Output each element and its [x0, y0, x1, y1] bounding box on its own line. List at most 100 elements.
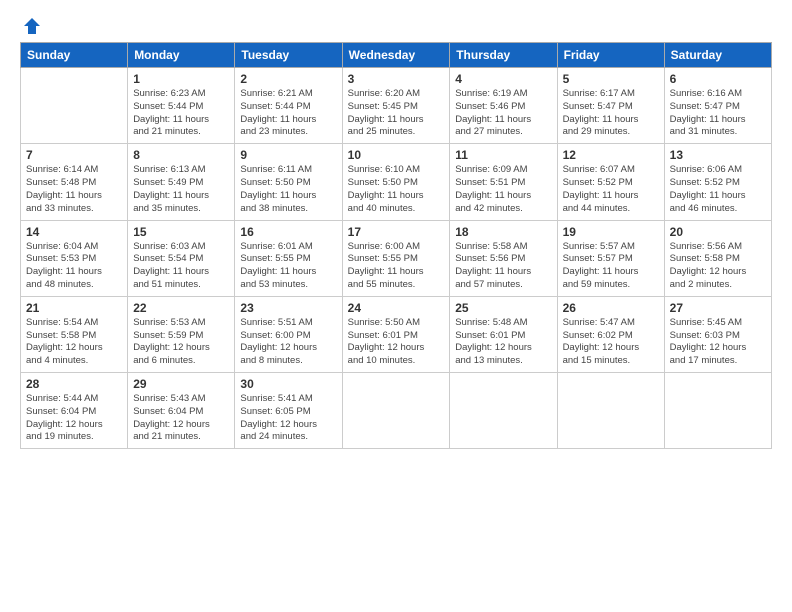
weekday-header: Sunday — [21, 43, 128, 68]
calendar-header-row: SundayMondayTuesdayWednesdayThursdayFrid… — [21, 43, 772, 68]
calendar-cell: 11 Sunrise: 6:09 AMSunset: 5:51 PMDayligh… — [450, 144, 557, 220]
day-number: 5 — [563, 72, 659, 86]
calendar-cell — [664, 373, 771, 449]
calendar-cell: 6 Sunrise: 6:16 AMSunset: 5:47 PMDaylight… — [664, 68, 771, 144]
day-info: Sunrise: 6:20 AMSunset: 5:45 PMDaylight:… — [348, 88, 445, 139]
calendar-cell — [342, 373, 450, 449]
day-number: 28 — [26, 377, 122, 391]
calendar-cell: 12Sunrise: 6:07 AMSunset: 5:52 PMDayligh… — [557, 144, 664, 220]
calendar-cell: 16 Sunrise: 6:01 AMSunset: 5:55 PMDayligh… — [235, 220, 342, 296]
calendar-cell: 2Sunrise: 6:21 AMSunset: 5:44 PMDaylight… — [235, 68, 342, 144]
day-info: Sunrise: 5:47 AMSunset: 6:02 PMDaylight:… — [563, 317, 659, 368]
calendar-cell: 14Sunrise: 6:04 AMSunset: 5:53 PMDayligh… — [21, 220, 128, 296]
calendar-cell: 24 Sunrise: 5:50 AMSunset: 6:01 PMDayligh… — [342, 296, 450, 372]
day-info: Sunrise: 5:57 AMSunset: 5:57 PMDaylight:… — [563, 241, 659, 292]
day-info: Sunrise: 6:19 AMSunset: 5:46 PMDaylight:… — [455, 88, 551, 139]
calendar-cell: 8 Sunrise: 6:13 AMSunset: 5:49 PMDaylight… — [128, 144, 235, 220]
calendar-cell — [450, 373, 557, 449]
day-info: Sunrise: 6:00 AMSunset: 5:55 PMDaylight:… — [348, 241, 445, 292]
day-info: Sunrise: 5:44 AMSunset: 6:04 PMDaylight:… — [26, 393, 122, 444]
day-number: 20 — [670, 225, 766, 239]
day-info: Sunrise: 5:58 AMSunset: 5:56 PMDaylight:… — [455, 241, 551, 292]
calendar-cell: 23 Sunrise: 5:51 AMSunset: 6:00 PMDayligh… — [235, 296, 342, 372]
calendar-cell: 15Sunrise: 6:03 AMSunset: 5:54 PMDayligh… — [128, 220, 235, 296]
calendar-week-row: 28 Sunrise: 5:44 AMSunset: 6:04 PMDayligh… — [21, 373, 772, 449]
day-info: Sunrise: 5:53 AMSunset: 5:59 PMDaylight:… — [133, 317, 229, 368]
calendar-cell: 18Sunrise: 5:58 AMSunset: 5:56 PMDayligh… — [450, 220, 557, 296]
calendar-week-row: 1 Sunrise: 6:23 AMSunset: 5:44 PMDaylight… — [21, 68, 772, 144]
day-number: 21 — [26, 301, 122, 315]
day-number: 25 — [455, 301, 551, 315]
day-info: Sunrise: 5:51 AMSunset: 6:00 PMDaylight:… — [240, 317, 336, 368]
calendar-week-row: 7 Sunrise: 6:14 AMSunset: 5:48 PMDaylight… — [21, 144, 772, 220]
day-info: Sunrise: 6:04 AMSunset: 5:53 PMDaylight:… — [26, 241, 122, 292]
calendar-cell: 17 Sunrise: 6:00 AMSunset: 5:55 PMDayligh… — [342, 220, 450, 296]
day-number: 8 — [133, 148, 229, 162]
calendar-cell: 5 Sunrise: 6:17 AMSunset: 5:47 PMDaylight… — [557, 68, 664, 144]
day-number: 3 — [348, 72, 445, 86]
logo — [20, 16, 42, 36]
day-info: Sunrise: 5:48 AMSunset: 6:01 PMDaylight:… — [455, 317, 551, 368]
weekday-header: Tuesday — [235, 43, 342, 68]
day-number: 16 — [240, 225, 336, 239]
day-number: 4 — [455, 72, 551, 86]
calendar-week-row: 21 Sunrise: 5:54 AMSunset: 5:58 PMDayligh… — [21, 296, 772, 372]
day-info: Sunrise: 5:43 AMSunset: 6:04 PMDaylight:… — [133, 393, 229, 444]
calendar-cell: 19 Sunrise: 5:57 AMSunset: 5:57 PMDayligh… — [557, 220, 664, 296]
weekday-header: Wednesday — [342, 43, 450, 68]
page-header — [20, 16, 772, 36]
calendar-cell: 7 Sunrise: 6:14 AMSunset: 5:48 PMDaylight… — [21, 144, 128, 220]
day-info: Sunrise: 6:06 AMSunset: 5:52 PMDaylight:… — [670, 164, 766, 215]
day-number: 27 — [670, 301, 766, 315]
day-info: Sunrise: 6:09 AMSunset: 5:51 PMDaylight:… — [455, 164, 551, 215]
day-info: Sunrise: 6:17 AMSunset: 5:47 PMDaylight:… — [563, 88, 659, 139]
calendar-cell: 1 Sunrise: 6:23 AMSunset: 5:44 PMDaylight… — [128, 68, 235, 144]
day-number: 24 — [348, 301, 445, 315]
calendar-table: SundayMondayTuesdayWednesdayThursdayFrid… — [20, 42, 772, 449]
day-number: 2 — [240, 72, 336, 86]
day-info: Sunrise: 6:16 AMSunset: 5:47 PMDaylight:… — [670, 88, 766, 139]
day-info: Sunrise: 6:03 AMSunset: 5:54 PMDaylight:… — [133, 241, 229, 292]
day-info: Sunrise: 6:07 AMSunset: 5:52 PMDaylight:… — [563, 164, 659, 215]
calendar-cell — [557, 373, 664, 449]
day-info: Sunrise: 6:13 AMSunset: 5:49 PMDaylight:… — [133, 164, 229, 215]
day-number: 11 — [455, 148, 551, 162]
day-info: Sunrise: 6:14 AMSunset: 5:48 PMDaylight:… — [26, 164, 122, 215]
calendar-cell: 20Sunrise: 5:56 AMSunset: 5:58 PMDayligh… — [664, 220, 771, 296]
calendar-cell: 9Sunrise: 6:11 AMSunset: 5:50 PMDaylight… — [235, 144, 342, 220]
weekday-header: Thursday — [450, 43, 557, 68]
calendar-cell: 10 Sunrise: 6:10 AMSunset: 5:50 PMDayligh… — [342, 144, 450, 220]
weekday-header: Friday — [557, 43, 664, 68]
day-number: 26 — [563, 301, 659, 315]
day-number: 29 — [133, 377, 229, 391]
calendar-cell: 25 Sunrise: 5:48 AMSunset: 6:01 PMDayligh… — [450, 296, 557, 372]
day-info: Sunrise: 5:54 AMSunset: 5:58 PMDaylight:… — [26, 317, 122, 368]
day-number: 19 — [563, 225, 659, 239]
day-number: 30 — [240, 377, 336, 391]
day-info: Sunrise: 5:41 AMSunset: 6:05 PMDaylight:… — [240, 393, 336, 444]
weekday-header: Saturday — [664, 43, 771, 68]
day-info: Sunrise: 5:45 AMSunset: 6:03 PMDaylight:… — [670, 317, 766, 368]
calendar-cell: 26 Sunrise: 5:47 AMSunset: 6:02 PMDayligh… — [557, 296, 664, 372]
day-number: 9 — [240, 148, 336, 162]
day-info: Sunrise: 6:23 AMSunset: 5:44 PMDaylight:… — [133, 88, 229, 139]
day-number: 6 — [670, 72, 766, 86]
day-info: Sunrise: 5:50 AMSunset: 6:01 PMDaylight:… — [348, 317, 445, 368]
day-number: 13 — [670, 148, 766, 162]
day-number: 23 — [240, 301, 336, 315]
day-number: 10 — [348, 148, 445, 162]
calendar-cell: 27 Sunrise: 5:45 AMSunset: 6:03 PMDayligh… — [664, 296, 771, 372]
calendar-week-row: 14Sunrise: 6:04 AMSunset: 5:53 PMDayligh… — [21, 220, 772, 296]
calendar-cell: 3 Sunrise: 6:20 AMSunset: 5:45 PMDaylight… — [342, 68, 450, 144]
day-number: 1 — [133, 72, 229, 86]
calendar-cell: 29 Sunrise: 5:43 AMSunset: 6:04 PMDayligh… — [128, 373, 235, 449]
day-number: 7 — [26, 148, 122, 162]
weekday-header: Monday — [128, 43, 235, 68]
day-info: Sunrise: 6:01 AMSunset: 5:55 PMDaylight:… — [240, 241, 336, 292]
calendar-cell: 28 Sunrise: 5:44 AMSunset: 6:04 PMDayligh… — [21, 373, 128, 449]
calendar-cell: 21 Sunrise: 5:54 AMSunset: 5:58 PMDayligh… — [21, 296, 128, 372]
day-number: 17 — [348, 225, 445, 239]
calendar-cell: 4 Sunrise: 6:19 AMSunset: 5:46 PMDaylight… — [450, 68, 557, 144]
day-info: Sunrise: 6:10 AMSunset: 5:50 PMDaylight:… — [348, 164, 445, 215]
day-number: 22 — [133, 301, 229, 315]
